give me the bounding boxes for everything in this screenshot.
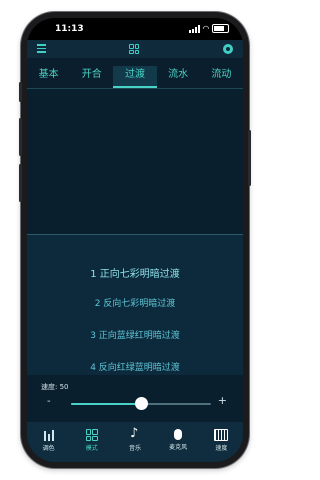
tab-flow[interactable]: 流动 (200, 66, 243, 88)
mode-list: 1 正向七彩明暗过渡 2 反向七彩明暗过渡 3 正向蓝绿红明暗过渡 4 反向红绿… (27, 235, 243, 375)
app-header (27, 40, 243, 58)
tab-open-close[interactable]: 开合 (70, 66, 113, 88)
status-time: 11:13 (55, 24, 84, 34)
wifi-icon: ◠ (202, 24, 209, 33)
nav-color[interactable]: 调色 (27, 422, 70, 462)
speed-label: 速度: 50 (41, 383, 69, 391)
menu-icon[interactable] (37, 44, 46, 53)
mode-item-4[interactable]: 4 反向红绿蓝明暗过渡 (27, 360, 243, 373)
nav-microphone[interactable]: 麦克风 (157, 422, 200, 462)
mode-tabs: 基本 开合 过渡 流水 流动 (27, 66, 243, 88)
speed-increase-button[interactable]: + (218, 394, 227, 407)
preview-area (27, 89, 243, 233)
nav-label: 调色 (42, 445, 55, 452)
battery-icon (212, 24, 229, 33)
microphone-icon (174, 429, 183, 440)
status-bar: 11:13 ◠ (27, 18, 243, 40)
nav-music[interactable]: 音乐 (113, 422, 156, 462)
mode-item-1[interactable]: 1 正向七彩明暗过渡 (27, 265, 243, 280)
nav-label: 麦克风 (169, 444, 188, 451)
nav-label: 模式 (85, 445, 98, 452)
mode-item-3[interactable]: 3 正向蓝绿红明暗过渡 (27, 328, 243, 341)
phone-power-button (248, 130, 251, 186)
nav-label: 音乐 (128, 445, 141, 452)
camera-notch (89, 18, 181, 38)
phone-volume-up (19, 118, 22, 156)
nav-label: 速度 (215, 445, 228, 452)
phone-side-button (19, 82, 22, 102)
gear-icon[interactable] (223, 44, 233, 54)
equalizer-icon (43, 429, 55, 441)
grid-icon (85, 429, 98, 441)
speed-decrease-button[interactable]: - (47, 396, 51, 407)
tab-basic[interactable]: 基本 (27, 66, 70, 88)
speed-slider-fill (71, 403, 141, 405)
grid-icon (129, 44, 139, 54)
nav-mode[interactable]: 模式 (70, 422, 113, 462)
keyboard-icon (214, 429, 229, 441)
nav-speed[interactable]: 速度 (200, 422, 243, 462)
tab-flowing-water[interactable]: 流水 (157, 66, 200, 88)
tab-transition[interactable]: 过渡 (113, 66, 157, 88)
mode-item-2[interactable]: 2 反向七彩明暗过渡 (27, 296, 243, 309)
speed-slider-thumb[interactable] (135, 397, 148, 410)
app-screen: 11:13 ◠ 基本 开合 过渡 流水 流动 1 正向七彩明暗过渡 2 反向七彩… (27, 18, 243, 462)
bottom-navigation: 调色 模式 音乐 麦克风 速度 (27, 422, 243, 462)
speed-control: 速度: 50 - + (27, 378, 243, 422)
signal-icon (188, 24, 200, 33)
phone-volume-down (19, 164, 22, 202)
music-note-icon (129, 426, 141, 441)
